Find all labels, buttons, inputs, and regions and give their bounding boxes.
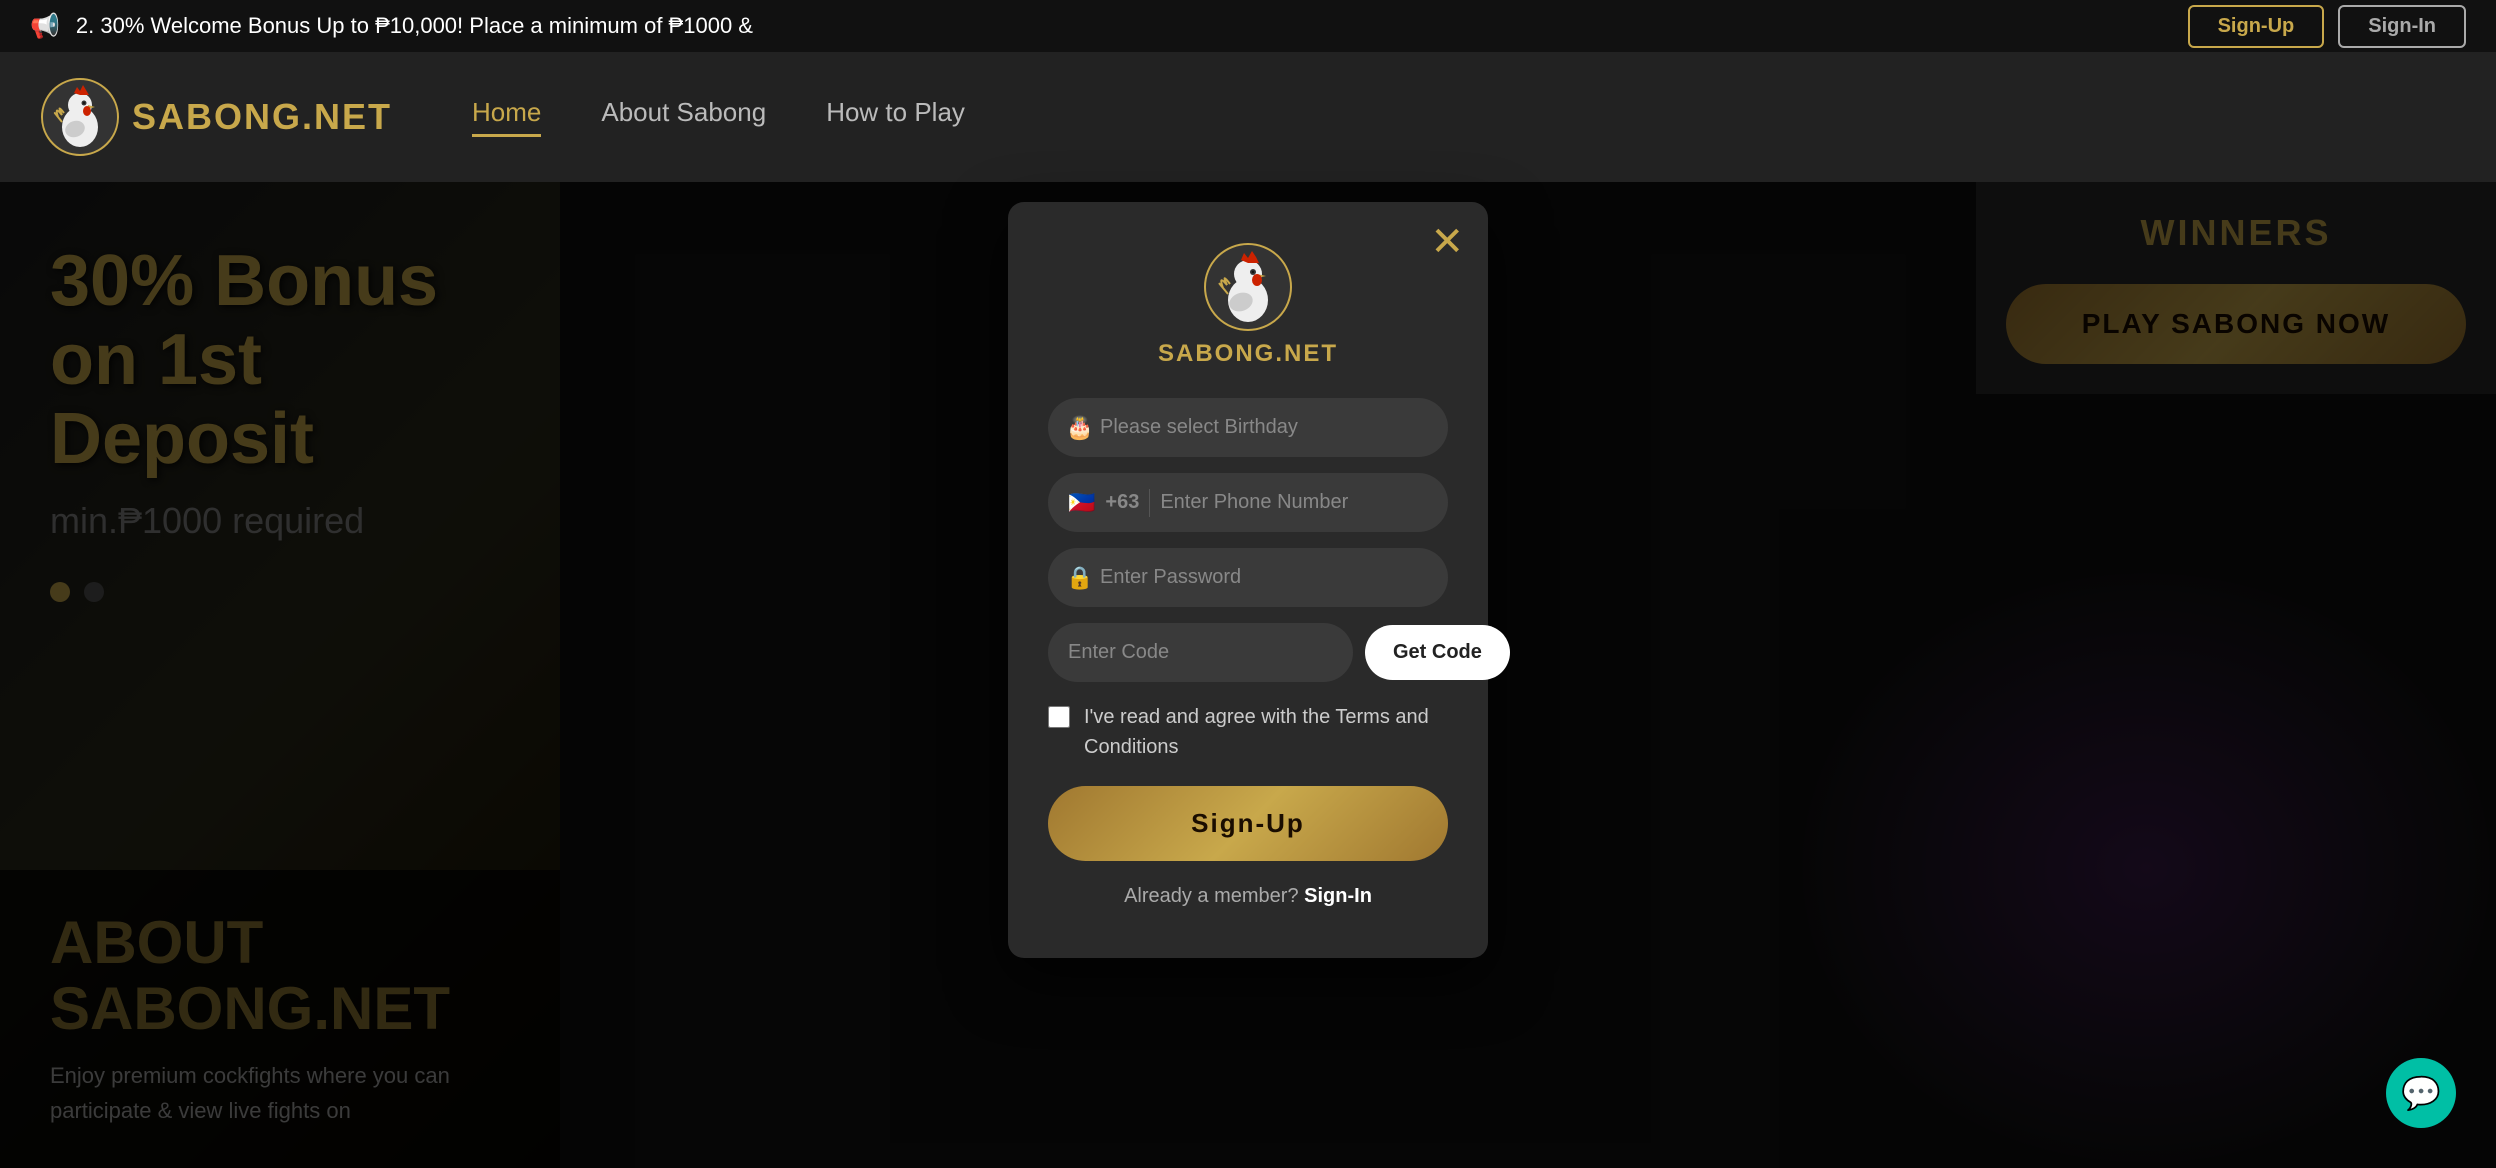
logo-area: SABONG.NET bbox=[40, 77, 392, 157]
main-content: 30% Bonus on 1st Deposit min.₱1000 requi… bbox=[0, 182, 2496, 1168]
get-code-button[interactable]: Get Code bbox=[1365, 625, 1510, 680]
auth-buttons: Sign-Up Sign-In bbox=[2188, 5, 2466, 48]
phone-input[interactable] bbox=[1160, 473, 1428, 532]
logo-icon bbox=[40, 77, 120, 157]
phone-group: 🇵🇭 +63 bbox=[1048, 473, 1448, 532]
announcement-icon: 📢 bbox=[30, 12, 60, 41]
terms-group: I've read and agree with the Terms and C… bbox=[1048, 702, 1448, 762]
signin-prompt: Already a member? Sign-In bbox=[1048, 885, 1448, 908]
phone-country-code: +63 bbox=[1105, 491, 1139, 514]
chat-icon: 💬 bbox=[2401, 1074, 2441, 1112]
terms-text: I've read and agree with the Terms and C… bbox=[1084, 702, 1448, 762]
birthday-input[interactable] bbox=[1048, 398, 1448, 457]
phone-field-group: 🇵🇭 +63 bbox=[1048, 473, 1448, 532]
signup-modal: ✕ SABONG.NET 🎂 bbox=[1008, 202, 1488, 958]
password-field-group: 🔒 bbox=[1048, 548, 1448, 607]
nav-about-sabong[interactable]: About Sabong bbox=[601, 97, 766, 137]
announcement-text: 2. 30% Welcome Bonus Up to ₱10,000! Plac… bbox=[76, 13, 753, 39]
password-icon: 🔒 bbox=[1066, 565, 1093, 591]
top-signup-button[interactable]: Sign-Up bbox=[2188, 5, 2325, 48]
signin-link[interactable]: Sign-In bbox=[1304, 885, 1372, 907]
modal-logo-text: SABONG.NET bbox=[1158, 340, 1338, 368]
nav-how-to-play[interactable]: How to Play bbox=[826, 97, 965, 137]
top-signin-button[interactable]: Sign-In bbox=[2338, 5, 2466, 48]
code-group: Get Code bbox=[1048, 623, 1448, 682]
phone-divider bbox=[1149, 489, 1150, 517]
nav-home[interactable]: Home bbox=[472, 97, 541, 137]
announcement-bar: 📢 2. 30% Welcome Bonus Up to ₱10,000! Pl… bbox=[0, 0, 2496, 52]
birthday-icon: 🎂 bbox=[1066, 415, 1093, 441]
phone-flag-icon: 🇵🇭 bbox=[1068, 490, 1095, 516]
modal-logo-icon bbox=[1203, 242, 1293, 332]
modal-close-button[interactable]: ✕ bbox=[1430, 222, 1464, 262]
birthday-field-group: 🎂 bbox=[1048, 398, 1448, 457]
modal-logo: SABONG.NET bbox=[1048, 242, 1448, 368]
chat-button[interactable]: 💬 bbox=[2386, 1058, 2456, 1128]
code-input[interactable] bbox=[1048, 623, 1353, 682]
terms-checkbox[interactable] bbox=[1048, 706, 1070, 728]
nav-links: Home About Sabong How to Play bbox=[472, 97, 965, 137]
navbar: SABONG.NET Home About Sabong How to Play bbox=[0, 52, 2496, 182]
nav-right-links: About Sabong How to Play bbox=[601, 97, 965, 137]
password-input[interactable] bbox=[1048, 548, 1448, 607]
modal-overlay: ✕ SABONG.NET 🎂 bbox=[0, 182, 2496, 1168]
logo-text: SABONG.NET bbox=[132, 96, 392, 138]
code-field-group: Get Code bbox=[1048, 623, 1448, 682]
signup-button[interactable]: Sign-Up bbox=[1048, 786, 1448, 861]
